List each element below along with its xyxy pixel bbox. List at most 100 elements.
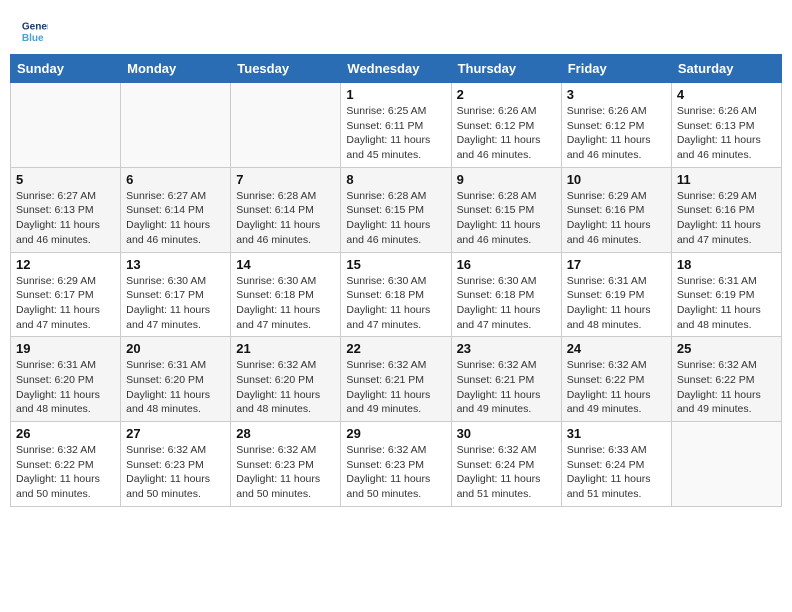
calendar-table: SundayMondayTuesdayWednesdayThursdayFrid… — [10, 54, 782, 507]
day-info: Sunrise: 6:27 AMSunset: 6:13 PMDaylight:… — [16, 189, 115, 248]
day-number: 6 — [126, 172, 225, 187]
calendar-cell: 17Sunrise: 6:31 AMSunset: 6:19 PMDayligh… — [561, 252, 671, 337]
calendar-cell: 7Sunrise: 6:28 AMSunset: 6:14 PMDaylight… — [231, 167, 341, 252]
day-info: Sunrise: 6:32 AMSunset: 6:20 PMDaylight:… — [236, 358, 335, 417]
calendar-cell: 9 Sunrise: 6:28 AMSunset: 6:15 PMDaylight… — [451, 167, 561, 252]
calendar-cell: 2Sunrise: 6:26 AMSunset: 6:12 PMDaylight… — [451, 83, 561, 168]
day-number: 18 — [677, 257, 776, 272]
calendar-cell: 30 Sunrise: 6:32 AMSunset: 6:24 PMDayligh… — [451, 422, 561, 507]
day-info: Sunrise: 6:30 AMSunset: 6:18 PMDaylight:… — [346, 274, 445, 333]
day-info: Sunrise: 6:32 AMSunset: 6:22 PMDaylight:… — [567, 358, 666, 417]
calendar-cell: 11Sunrise: 6:29 AMSunset: 6:16 PMDayligh… — [671, 167, 781, 252]
calendar-cell: 5 Sunrise: 6:27 AMSunset: 6:13 PMDaylight… — [11, 167, 121, 252]
day-number: 2 — [457, 87, 556, 102]
day-number: 30 — [457, 426, 556, 441]
day-info: Sunrise: 6:26 AMSunset: 6:12 PMDaylight:… — [567, 104, 666, 163]
calendar-cell — [231, 83, 341, 168]
calendar-header-tuesday: Tuesday — [231, 55, 341, 83]
calendar-week-1: 1Sunrise: 6:25 AMSunset: 6:11 PMDaylight… — [11, 83, 782, 168]
calendar-week-5: 26 Sunrise: 6:32 AMSunset: 6:22 PMDayligh… — [11, 422, 782, 507]
day-number: 5 — [16, 172, 115, 187]
svg-text:General: General — [22, 22, 48, 33]
day-number: 12 — [16, 257, 115, 272]
calendar-cell: 27 Sunrise: 6:32 AMSunset: 6:23 PMDayligh… — [121, 422, 231, 507]
day-number: 20 — [126, 341, 225, 356]
day-number: 25 — [677, 341, 776, 356]
calendar-cell: 28 Sunrise: 6:32 AMSunset: 6:23 PMDayligh… — [231, 422, 341, 507]
calendar-week-3: 12Sunrise: 6:29 AMSunset: 6:17 PMDayligh… — [11, 252, 782, 337]
day-info: Sunrise: 6:32 AMSunset: 6:23 PMDaylight:… — [236, 443, 335, 502]
day-number: 1 — [346, 87, 445, 102]
calendar-header-monday: Monday — [121, 55, 231, 83]
day-info: Sunrise: 6:32 AMSunset: 6:22 PMDaylight:… — [677, 358, 776, 417]
day-number: 17 — [567, 257, 666, 272]
calendar-cell: 4 Sunrise: 6:26 AMSunset: 6:13 PMDaylight… — [671, 83, 781, 168]
calendar-cell — [671, 422, 781, 507]
calendar-header-friday: Friday — [561, 55, 671, 83]
day-number: 3 — [567, 87, 666, 102]
day-number: 31 — [567, 426, 666, 441]
day-number: 26 — [16, 426, 115, 441]
calendar-cell: 31 Sunrise: 6:33 AMSunset: 6:24 PMDayligh… — [561, 422, 671, 507]
day-number: 19 — [16, 341, 115, 356]
day-info: Sunrise: 6:32 AMSunset: 6:22 PMDaylight:… — [16, 443, 115, 502]
calendar-cell: 22Sunrise: 6:32 AMSunset: 6:21 PMDayligh… — [341, 337, 451, 422]
day-info: Sunrise: 6:31 AMSunset: 6:19 PMDaylight:… — [677, 274, 776, 333]
day-info: Sunrise: 6:26 AMSunset: 6:13 PMDaylight:… — [677, 104, 776, 163]
day-number: 8 — [346, 172, 445, 187]
calendar-week-4: 19 Sunrise: 6:31 AMSunset: 6:20 PMDayligh… — [11, 337, 782, 422]
day-info: Sunrise: 6:28 AMSunset: 6:15 PMDaylight:… — [457, 189, 556, 248]
calendar-cell — [11, 83, 121, 168]
calendar-cell: 24 Sunrise: 6:32 AMSunset: 6:22 PMDayligh… — [561, 337, 671, 422]
day-number: 27 — [126, 426, 225, 441]
calendar-cell: 14 Sunrise: 6:30 AMSunset: 6:18 PMDayligh… — [231, 252, 341, 337]
calendar-cell: 15 Sunrise: 6:30 AMSunset: 6:18 PMDayligh… — [341, 252, 451, 337]
calendar-body: 1Sunrise: 6:25 AMSunset: 6:11 PMDaylight… — [11, 83, 782, 507]
calendar-cell: 29Sunrise: 6:32 AMSunset: 6:23 PMDayligh… — [341, 422, 451, 507]
calendar-cell: 10 Sunrise: 6:29 AMSunset: 6:16 PMDayligh… — [561, 167, 671, 252]
day-info: Sunrise: 6:28 AMSunset: 6:14 PMDaylight:… — [236, 189, 335, 248]
day-number: 15 — [346, 257, 445, 272]
calendar-cell: 13 Sunrise: 6:30 AMSunset: 6:17 PMDayligh… — [121, 252, 231, 337]
day-number: 28 — [236, 426, 335, 441]
calendar-cell: 18 Sunrise: 6:31 AMSunset: 6:19 PMDayligh… — [671, 252, 781, 337]
day-info: Sunrise: 6:31 AMSunset: 6:20 PMDaylight:… — [16, 358, 115, 417]
logo-icon: GeneralBlue — [20, 18, 48, 46]
day-number: 14 — [236, 257, 335, 272]
calendar-cell: 19 Sunrise: 6:31 AMSunset: 6:20 PMDayligh… — [11, 337, 121, 422]
day-number: 9 — [457, 172, 556, 187]
calendar-cell: 6 Sunrise: 6:27 AMSunset: 6:14 PMDaylight… — [121, 167, 231, 252]
day-info: Sunrise: 6:30 AMSunset: 6:18 PMDaylight:… — [457, 274, 556, 333]
calendar-cell: 8 Sunrise: 6:28 AMSunset: 6:15 PMDaylight… — [341, 167, 451, 252]
day-number: 13 — [126, 257, 225, 272]
day-info: Sunrise: 6:33 AMSunset: 6:24 PMDaylight:… — [567, 443, 666, 502]
calendar-cell: 1Sunrise: 6:25 AMSunset: 6:11 PMDaylight… — [341, 83, 451, 168]
day-info: Sunrise: 6:32 AMSunset: 6:24 PMDaylight:… — [457, 443, 556, 502]
calendar-header-row: SundayMondayTuesdayWednesdayThursdayFrid… — [11, 55, 782, 83]
day-number: 16 — [457, 257, 556, 272]
calendar-cell: 20Sunrise: 6:31 AMSunset: 6:20 PMDayligh… — [121, 337, 231, 422]
calendar-cell: 21Sunrise: 6:32 AMSunset: 6:20 PMDayligh… — [231, 337, 341, 422]
day-info: Sunrise: 6:28 AMSunset: 6:15 PMDaylight:… — [346, 189, 445, 248]
day-info: Sunrise: 6:32 AMSunset: 6:23 PMDaylight:… — [126, 443, 225, 502]
calendar-header-thursday: Thursday — [451, 55, 561, 83]
page-header: GeneralBlue — [10, 10, 782, 50]
calendar-week-2: 5 Sunrise: 6:27 AMSunset: 6:13 PMDaylight… — [11, 167, 782, 252]
day-info: Sunrise: 6:27 AMSunset: 6:14 PMDaylight:… — [126, 189, 225, 248]
calendar-cell: 3 Sunrise: 6:26 AMSunset: 6:12 PMDaylight… — [561, 83, 671, 168]
calendar-header-saturday: Saturday — [671, 55, 781, 83]
day-info: Sunrise: 6:32 AMSunset: 6:21 PMDaylight:… — [346, 358, 445, 417]
day-number: 4 — [677, 87, 776, 102]
calendar-header-sunday: Sunday — [11, 55, 121, 83]
day-number: 10 — [567, 172, 666, 187]
day-number: 24 — [567, 341, 666, 356]
day-info: Sunrise: 6:30 AMSunset: 6:18 PMDaylight:… — [236, 274, 335, 333]
day-info: Sunrise: 6:30 AMSunset: 6:17 PMDaylight:… — [126, 274, 225, 333]
day-number: 29 — [346, 426, 445, 441]
day-number: 23 — [457, 341, 556, 356]
day-info: Sunrise: 6:29 AMSunset: 6:16 PMDaylight:… — [677, 189, 776, 248]
svg-text:Blue: Blue — [22, 33, 44, 44]
calendar-cell: 25 Sunrise: 6:32 AMSunset: 6:22 PMDayligh… — [671, 337, 781, 422]
day-info: Sunrise: 6:29 AMSunset: 6:16 PMDaylight:… — [567, 189, 666, 248]
calendar-cell: 16 Sunrise: 6:30 AMSunset: 6:18 PMDayligh… — [451, 252, 561, 337]
